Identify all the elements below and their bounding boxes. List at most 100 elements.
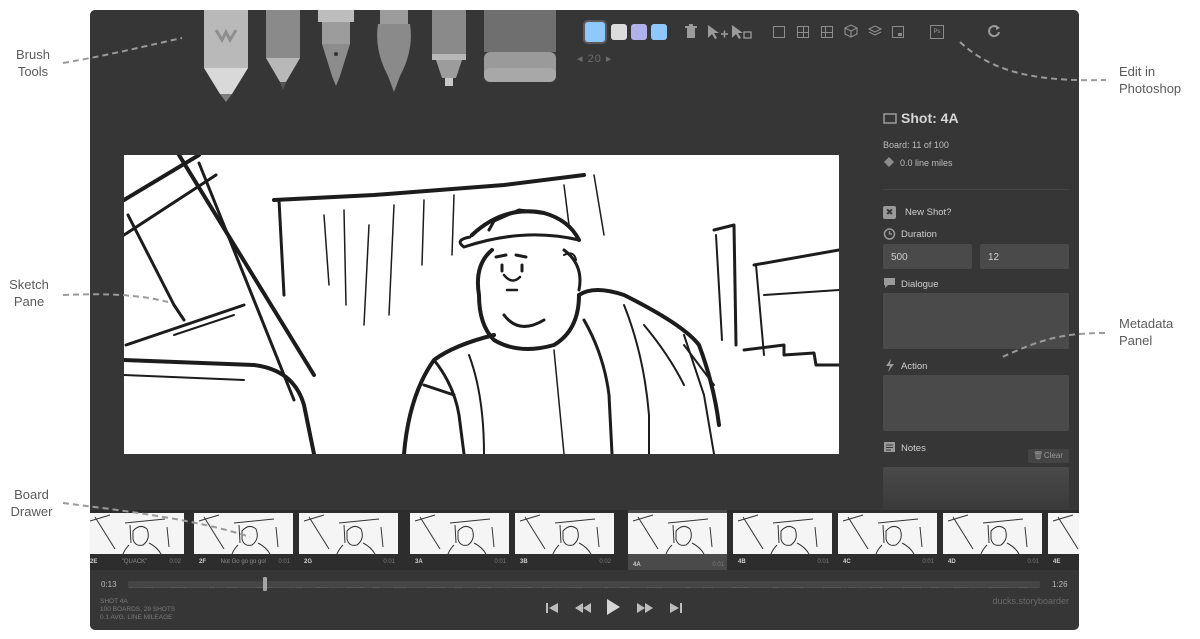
timeline-segment bbox=[408, 587, 425, 588]
brush-icon[interactable] bbox=[372, 10, 416, 92]
action-label: Action bbox=[901, 361, 928, 372]
board-thumbnail[interactable]: 2F Not Go go go go! 0:01 bbox=[194, 513, 293, 567]
note-pen-icon[interactable] bbox=[430, 10, 468, 86]
project-filename: ducks.storyboarder bbox=[992, 596, 1069, 606]
timeline-segment bbox=[1018, 587, 1028, 588]
fast-forward-icon[interactable] bbox=[636, 601, 654, 618]
skip-forward-icon[interactable] bbox=[669, 601, 683, 618]
line-miles: 0.0 line miles bbox=[900, 158, 953, 168]
pencil-icon[interactable] bbox=[264, 10, 302, 90]
layout-single-icon[interactable] bbox=[773, 26, 785, 38]
board-duration: 0:02 bbox=[169, 559, 181, 565]
timeline-segment bbox=[702, 587, 714, 588]
board-duration: 0:01 bbox=[1027, 559, 1039, 565]
color-swatch-lavender[interactable] bbox=[631, 24, 647, 40]
timeline-segment bbox=[493, 587, 511, 588]
duration-ms-input[interactable]: 500 bbox=[883, 244, 972, 269]
timeline-segment bbox=[454, 587, 463, 588]
pen-icon[interactable] bbox=[316, 10, 356, 86]
trash-icon[interactable] bbox=[683, 24, 699, 40]
callout-brush-tools: Brush Tools bbox=[16, 47, 50, 79]
stopwatch-icon bbox=[883, 228, 896, 240]
timeline-segment bbox=[848, 587, 856, 588]
board-thumbnail[interactable]: 4B 0:01 bbox=[733, 513, 832, 567]
notes-label: Notes bbox=[901, 443, 926, 454]
timeline-segment bbox=[226, 587, 238, 588]
board-sketch-thumb bbox=[838, 513, 937, 554]
timeline-segment bbox=[685, 587, 691, 588]
new-shot-checkbox-icon[interactable]: ✖ bbox=[883, 206, 896, 219]
board-sketch-thumb bbox=[299, 513, 398, 554]
timeline-playhead[interactable] bbox=[263, 577, 267, 591]
brush-size-control[interactable]: ◂ 20 ▸ bbox=[577, 52, 612, 65]
board-thumbnail[interactable]: 4E bbox=[1048, 513, 1079, 567]
color-swatch-primary[interactable] bbox=[585, 22, 605, 42]
board-thumbnail[interactable]: 3B 0:02 bbox=[515, 513, 614, 567]
photoshop-icon[interactable]: Ps bbox=[930, 25, 944, 39]
timeline-segment bbox=[366, 587, 371, 588]
brush-size-increase-icon[interactable]: ▸ bbox=[606, 53, 613, 65]
timeline-segment bbox=[155, 587, 169, 588]
board-thumbnail[interactable]: 4D 0:01 bbox=[943, 513, 1042, 567]
timeline-segment bbox=[381, 587, 392, 588]
board-thumbnail[interactable]: 2G 0:01 bbox=[299, 513, 398, 567]
timeline-segment bbox=[940, 587, 952, 588]
board-thumbnail[interactable]: 2E "QUACK" 0:02 bbox=[90, 513, 184, 567]
board-thumbnail[interactable]: 3A 0:01 bbox=[410, 513, 509, 567]
timeline-segment bbox=[296, 587, 303, 588]
timeline-segment bbox=[134, 587, 142, 588]
timeline-segment bbox=[772, 587, 779, 588]
callout-board-drawer: Board Drawer bbox=[10, 487, 53, 519]
timeline-segment bbox=[750, 587, 771, 588]
new-shot-label: New Shot? bbox=[905, 207, 952, 218]
play-icon[interactable] bbox=[605, 598, 621, 619]
timeline-segment bbox=[447, 587, 453, 588]
layout-quad-icon[interactable] bbox=[797, 26, 809, 38]
status-shot: SHOT 4A bbox=[100, 598, 128, 605]
timeline-segment bbox=[631, 587, 645, 588]
timeline-segment bbox=[553, 587, 566, 588]
board-number: 3B bbox=[520, 559, 528, 565]
board-sketch-thumb bbox=[410, 513, 509, 554]
timeline-segment bbox=[791, 587, 804, 588]
board-thumbnail[interactable]: 4C 0:01 bbox=[838, 513, 937, 567]
export-frame-icon[interactable] bbox=[892, 26, 904, 38]
timeline-segment bbox=[604, 587, 609, 588]
timeline-segment bbox=[239, 587, 254, 588]
timeline-segment bbox=[969, 587, 987, 588]
board-position: Board: 11 of 100 bbox=[883, 140, 949, 150]
timeline-segment bbox=[715, 587, 730, 588]
eraser-icon[interactable] bbox=[482, 10, 558, 86]
trash-small-icon: 🗑 bbox=[1033, 451, 1044, 460]
timeline-segment bbox=[884, 587, 901, 588]
timeline-segment bbox=[869, 587, 883, 588]
board-thumbnail[interactable]: 4A 0:01 bbox=[628, 510, 727, 570]
board-number: 4D bbox=[948, 559, 956, 565]
dialogue-textarea[interactable] bbox=[883, 293, 1069, 349]
rewind-icon[interactable] bbox=[574, 601, 592, 618]
action-textarea[interactable] bbox=[883, 375, 1069, 431]
add-board-icon[interactable] bbox=[707, 24, 729, 40]
duplicate-board-icon[interactable] bbox=[731, 24, 753, 40]
skip-back-icon[interactable] bbox=[545, 601, 559, 618]
timeline-segment bbox=[128, 587, 133, 588]
timeline-segment bbox=[780, 587, 790, 588]
timeline-segment bbox=[953, 587, 968, 588]
layers-icon[interactable] bbox=[867, 24, 883, 40]
color-swatch-blue[interactable] bbox=[651, 24, 667, 40]
board-duration: 0:01 bbox=[383, 559, 395, 565]
timeline-segment bbox=[512, 587, 533, 588]
duration-frames-input[interactable]: 12 bbox=[980, 244, 1069, 269]
sketch-pane[interactable] bbox=[124, 155, 839, 454]
clear-notes-button[interactable]: 🗑 Clear bbox=[1028, 449, 1069, 463]
layout-thirds-icon[interactable] bbox=[821, 26, 833, 38]
timeline-segment bbox=[610, 587, 618, 588]
cube-icon[interactable] bbox=[843, 24, 859, 40]
notes-textarea[interactable] bbox=[883, 467, 1069, 510]
duration-label: Duration bbox=[901, 229, 937, 240]
callout-edit-in-photoshop: Edit in Photoshop bbox=[1119, 64, 1182, 96]
refresh-icon[interactable] bbox=[986, 24, 1002, 40]
light-pencil-icon[interactable] bbox=[202, 10, 250, 102]
brush-size-decrease-icon[interactable]: ◂ bbox=[577, 53, 584, 65]
color-swatch-gray[interactable] bbox=[611, 24, 627, 40]
